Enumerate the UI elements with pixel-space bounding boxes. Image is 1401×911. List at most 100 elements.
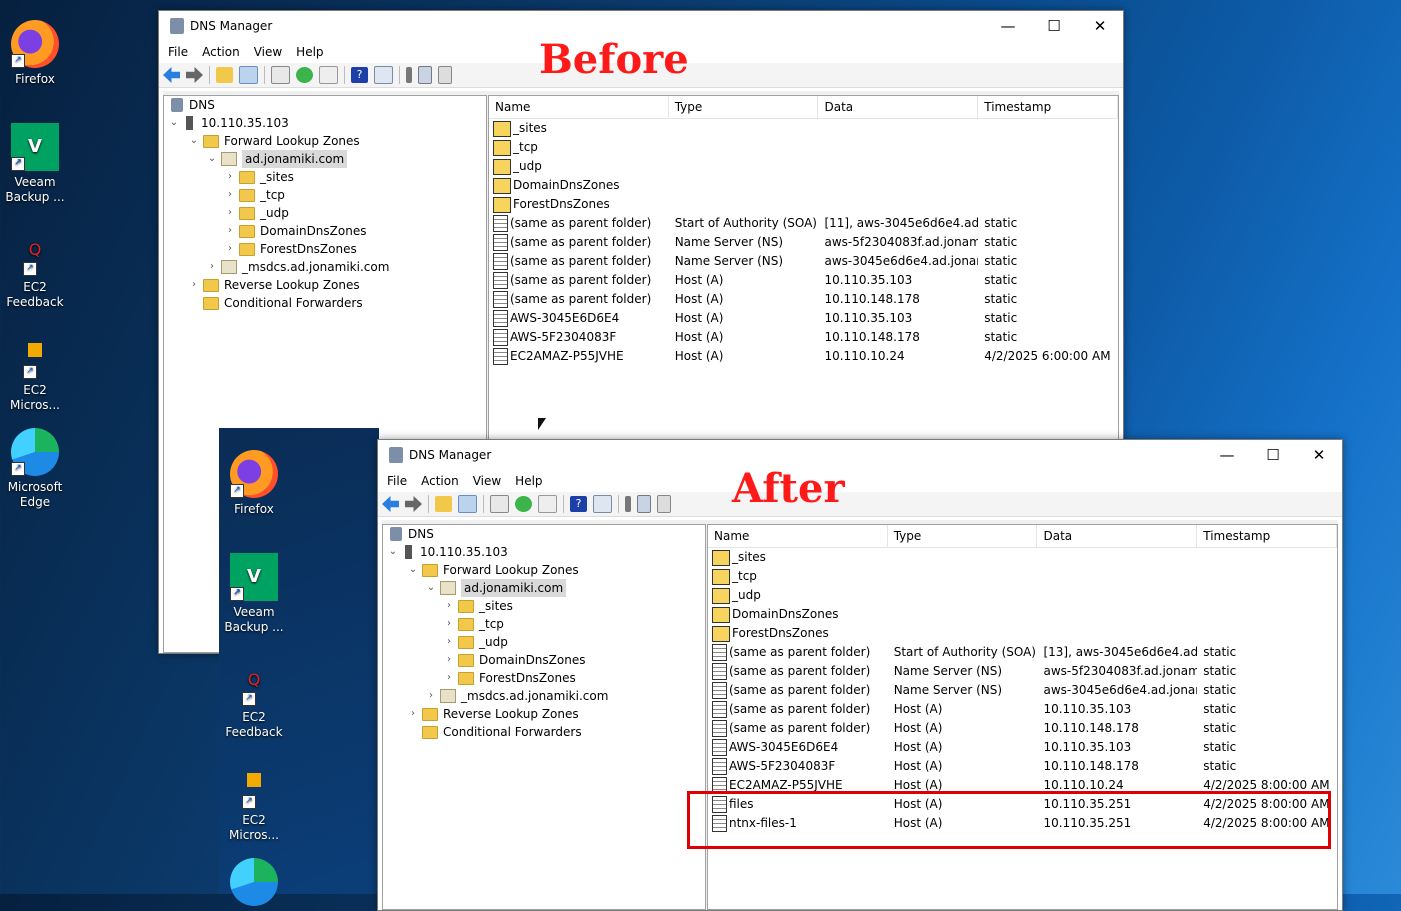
refresh-icon[interactable] <box>296 67 313 83</box>
table-row[interactable]: (same as parent folder) Name Server (NS) a… <box>489 252 1118 271</box>
server-icon[interactable] <box>406 67 412 83</box>
chevron-right-icon[interactable]: › <box>188 276 200 294</box>
forward-arrow-icon[interactable] <box>405 496 422 512</box>
table-row[interactable]: _tcp <box>708 567 1337 586</box>
show-tree-icon[interactable] <box>239 66 258 84</box>
tree-item-server[interactable]: ⌄ 10.110.35.103 <box>383 543 705 561</box>
desktop-icon-veeam[interactable]: V ↗ Veeam Backup ... <box>215 553 293 635</box>
chevron-right-icon[interactable]: › <box>443 615 455 633</box>
tree-item-udp[interactable]: › _udp <box>164 204 486 222</box>
column-type[interactable]: Type <box>888 525 1038 547</box>
tree-item-domaindnszones[interactable]: › DomainDnsZones <box>164 222 486 240</box>
back-arrow-icon[interactable] <box>163 67 180 83</box>
tree-item-zone-ad-jonamiki[interactable]: ⌄ ad.jonamiki.com <box>383 579 705 597</box>
desktop-icon-ec2-micros[interactable]: ↗ EC2 Micros... <box>0 343 74 413</box>
chevron-right-icon[interactable]: › <box>224 204 236 222</box>
chevron-right-icon[interactable]: › <box>224 168 236 186</box>
console-icon[interactable] <box>593 495 612 513</box>
minimize-button[interactable]: — <box>985 11 1031 41</box>
tree-item-sites[interactable]: › _sites <box>383 597 705 615</box>
menu-file[interactable]: File <box>161 45 195 59</box>
table-row[interactable]: (same as parent folder) Name Server (NS) a… <box>489 233 1118 252</box>
table-row[interactable]: EC2AMAZ-P55JVHE Host (A) 10.110.10.24 4/2/2… <box>489 347 1118 366</box>
table-row[interactable]: (same as parent folder) Name Server (NS) a… <box>708 662 1337 681</box>
forward-arrow-icon[interactable] <box>186 67 203 83</box>
table-row[interactable]: DomainDnsZones <box>489 176 1118 195</box>
chevron-right-icon[interactable]: › <box>407 705 419 723</box>
desktop-icon-firefox[interactable]: ↗ Firefox <box>215 450 293 517</box>
menu-view[interactable]: View <box>466 474 508 488</box>
up-folder-icon[interactable] <box>216 67 233 83</box>
chevron-down-icon[interactable]: ⌄ <box>188 132 200 150</box>
tree-item-msdcs[interactable]: › _msdcs.ad.jonamiki.com <box>383 687 705 705</box>
close-button[interactable]: ✕ <box>1296 440 1342 470</box>
chevron-right-icon[interactable]: › <box>443 633 455 651</box>
table-row[interactable]: _udp <box>489 157 1118 176</box>
chevron-right-icon[interactable]: › <box>206 258 218 276</box>
menu-view[interactable]: View <box>247 45 289 59</box>
tree-item-reverse-lookup-zones[interactable]: › Reverse Lookup Zones <box>383 705 705 723</box>
table-row[interactable]: AWS-3045E6D6E4 Host (A) 10.110.35.103 stati… <box>708 738 1337 757</box>
desktop-icon-ec2-feedback[interactable]: Q ↗ EC2 Feedback <box>215 670 293 740</box>
menu-help[interactable]: Help <box>289 45 330 59</box>
chevron-right-icon[interactable]: › <box>443 651 455 669</box>
chevron-right-icon[interactable]: › <box>443 597 455 615</box>
tree-item-tcp[interactable]: › _tcp <box>383 615 705 633</box>
chevron-down-icon[interactable]: ⌄ <box>206 150 218 168</box>
chevron-right-icon[interactable]: › <box>443 669 455 687</box>
table-row[interactable]: (same as parent folder) Start of Authorit… <box>489 214 1118 233</box>
zone-icon[interactable] <box>438 66 452 84</box>
chevron-right-icon[interactable]: › <box>425 687 437 705</box>
table-row[interactable]: _udp <box>708 586 1337 605</box>
table-row[interactable]: _tcp <box>489 138 1118 157</box>
tree-item-reverse-lookup-zones[interactable]: › Reverse Lookup Zones <box>164 276 486 294</box>
column-name[interactable]: Name <box>489 96 669 118</box>
tree-item-forestdnszones[interactable]: › ForestDnsZones <box>164 240 486 258</box>
export-list-icon[interactable] <box>319 66 338 84</box>
column-name[interactable]: Name <box>708 525 888 547</box>
tree-item-dns[interactable]: DNS <box>383 525 705 543</box>
export-list-icon[interactable] <box>538 495 557 513</box>
desktop-icon-ec2-feedback[interactable]: Q ↗ EC2 Feedback <box>0 240 74 310</box>
column-timestamp[interactable]: Timestamp <box>1197 525 1337 547</box>
chevron-right-icon[interactable]: › <box>224 186 236 204</box>
tree-item-udp[interactable]: › _udp <box>383 633 705 651</box>
tree-item-forward-lookup-zones[interactable]: ⌄ Forward Lookup Zones <box>164 132 486 150</box>
tree-item-forward-lookup-zones[interactable]: ⌄ Forward Lookup Zones <box>383 561 705 579</box>
table-row[interactable]: (same as parent folder) Start of Authorit… <box>708 643 1337 662</box>
chevron-down-icon[interactable]: ⌄ <box>387 543 399 561</box>
table-row[interactable]: (same as parent folder) Name Server (NS) a… <box>708 681 1337 700</box>
column-data[interactable]: Data <box>1037 525 1198 547</box>
column-type[interactable]: Type <box>669 96 819 118</box>
console-icon[interactable] <box>374 66 393 84</box>
tree-item-conditional-forwarders[interactable]: Conditional Forwarders <box>383 723 705 741</box>
chevron-right-icon[interactable]: › <box>224 222 236 240</box>
table-row[interactable]: _sites <box>489 119 1118 138</box>
tree-item-zone-ad-jonamiki[interactable]: ⌄ ad.jonamiki.com <box>164 150 486 168</box>
desktop-icon-veeam[interactable]: V ↗ Veeam Backup ... <box>0 123 74 205</box>
column-timestamp[interactable]: Timestamp <box>978 96 1118 118</box>
back-arrow-icon[interactable] <box>382 496 399 512</box>
tree-item-sites[interactable]: › _sites <box>164 168 486 186</box>
chevron-down-icon[interactable]: ⌄ <box>425 579 437 597</box>
table-row[interactable]: AWS-5F2304083F Host (A) 10.110.148.178 stat… <box>489 328 1118 347</box>
show-tree-icon[interactable] <box>458 495 477 513</box>
desktop-icon-ec2-micros[interactable]: ↗ EC2 Micros... <box>215 773 293 843</box>
menu-file[interactable]: File <box>380 474 414 488</box>
tree-item-tcp[interactable]: › _tcp <box>164 186 486 204</box>
table-row[interactable]: AWS-3045E6D6E4 Host (A) 10.110.35.103 stati… <box>489 309 1118 328</box>
table-row[interactable]: ForestDnsZones <box>489 195 1118 214</box>
help-icon[interactable]: ? <box>351 67 368 83</box>
table-row[interactable]: ForestDnsZones <box>708 624 1337 643</box>
tree-item-server[interactable]: ⌄ 10.110.35.103 <box>164 114 486 132</box>
table-row[interactable]: (same as parent folder) Host (A) 10.110.14… <box>489 290 1118 309</box>
maximize-button[interactable]: ☐ <box>1250 440 1296 470</box>
table-row[interactable]: (same as parent folder) Host (A) 10.110.14… <box>708 719 1337 738</box>
menu-action[interactable]: Action <box>195 45 247 59</box>
table-row[interactable]: _sites <box>708 548 1337 567</box>
properties-icon[interactable] <box>271 66 290 84</box>
table-row[interactable]: DomainDnsZones <box>708 605 1337 624</box>
up-folder-icon[interactable] <box>435 496 452 512</box>
refresh-icon[interactable] <box>515 496 532 512</box>
maximize-button[interactable]: ☐ <box>1031 11 1077 41</box>
